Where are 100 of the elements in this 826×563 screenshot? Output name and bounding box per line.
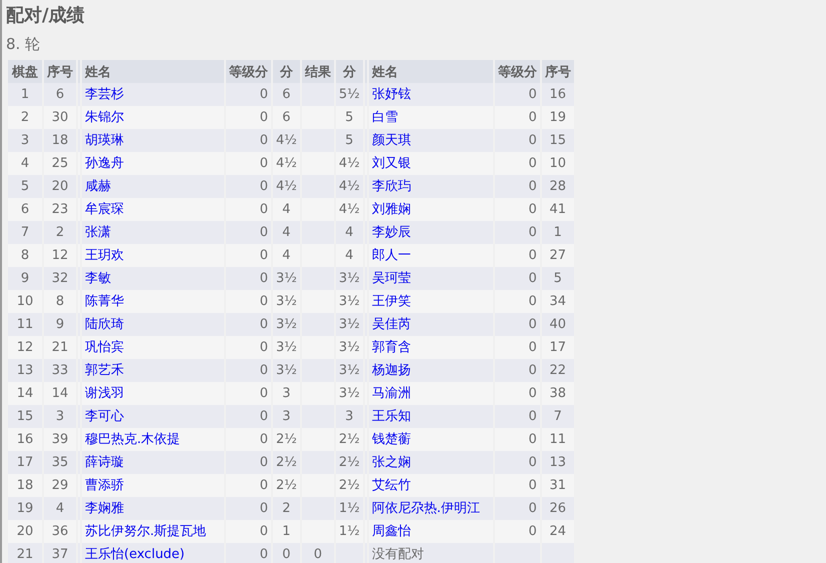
table-cell: 11 bbox=[16, 317, 34, 332]
table-cell: 7 bbox=[20, 225, 30, 240]
table-cell: 33 bbox=[52, 363, 68, 378]
table-cell: 4½ bbox=[338, 202, 360, 217]
table-cell: 0 bbox=[528, 294, 537, 309]
table-cell: 9 bbox=[20, 271, 30, 286]
table-cell: 3 bbox=[56, 409, 64, 424]
player-link[interactable]: 牟宸琛 bbox=[85, 202, 124, 217]
table-cell: 25 bbox=[52, 156, 68, 171]
table-cell: 4½ bbox=[338, 156, 360, 171]
table-cell: 0 bbox=[260, 340, 268, 355]
round-label: 8. 轮 bbox=[6, 34, 42, 55]
player-link[interactable]: 巩怡宾 bbox=[85, 340, 124, 355]
player-link[interactable]: 李娴雅 bbox=[85, 501, 124, 516]
player-link[interactable]: 李可心 bbox=[85, 409, 124, 424]
table-cell: 0 bbox=[260, 110, 268, 125]
table-cell: 1 bbox=[282, 524, 291, 539]
table-cell: 31 bbox=[549, 478, 566, 493]
player-link[interactable]: 张潇 bbox=[85, 225, 111, 240]
table-cell: 5 bbox=[345, 110, 354, 125]
table-cell: 10 bbox=[16, 294, 34, 309]
table-cell: 37 bbox=[52, 547, 68, 562]
table-cell: 34 bbox=[549, 294, 566, 309]
player-link[interactable]: 谢浅羽 bbox=[85, 386, 124, 401]
table-cell: 0 bbox=[260, 271, 268, 286]
table-cell: 3½ bbox=[338, 294, 360, 309]
player-link[interactable]: 王玥欢 bbox=[85, 248, 124, 263]
table-cell: 2½ bbox=[338, 478, 360, 493]
player-link[interactable]: 李敏 bbox=[85, 271, 111, 286]
table-cell: 14 bbox=[52, 386, 68, 401]
column-header: 序号 bbox=[44, 60, 76, 83]
table-cell: 1 bbox=[20, 87, 30, 102]
table-cell: 17 bbox=[549, 340, 566, 355]
table-cell: 0 bbox=[260, 248, 268, 263]
table-cell: 5 bbox=[345, 133, 354, 148]
table-cell: 3 bbox=[282, 386, 291, 401]
table-cell: 3 bbox=[20, 133, 30, 148]
table-cell: 19 bbox=[16, 501, 34, 516]
player-link[interactable]: 陆欣琦 bbox=[85, 317, 124, 332]
table-cell: 36 bbox=[52, 524, 68, 539]
table-cell: 39 bbox=[52, 432, 68, 447]
table-cell: 0 bbox=[528, 179, 537, 194]
table-cell: 0 bbox=[528, 524, 537, 539]
player-link[interactable]: 胡瑛琳 bbox=[85, 133, 124, 148]
table-cell: 11 bbox=[549, 432, 566, 447]
table-cell: 12 bbox=[16, 340, 34, 355]
table-cell: 0 bbox=[260, 202, 268, 217]
column-header: 分 bbox=[336, 60, 363, 83]
table-cell: 17 bbox=[16, 455, 34, 470]
table-cell: 0 bbox=[528, 386, 537, 401]
table-cell: 5 bbox=[554, 271, 562, 286]
table-cell: 8 bbox=[20, 248, 30, 263]
player-link[interactable]: 曹添骄 bbox=[85, 478, 124, 493]
table-cell: 3½ bbox=[338, 340, 360, 355]
table-cell: 0 bbox=[260, 455, 268, 470]
player-link[interactable]: 朱锦尔 bbox=[85, 110, 124, 125]
table-cell: 20 bbox=[52, 179, 68, 194]
player-link[interactable]: 孙逸舟 bbox=[85, 156, 124, 171]
table-cell: 0 bbox=[314, 547, 322, 562]
table-cell: 23 bbox=[52, 202, 68, 217]
table-cell: 32 bbox=[52, 271, 68, 286]
table-cell: 14 bbox=[16, 386, 34, 401]
column-header: 结果 bbox=[302, 60, 334, 83]
table-cell: 12 bbox=[52, 248, 68, 263]
table-cell: 4 bbox=[282, 248, 291, 263]
table-cell: 4½ bbox=[338, 179, 360, 194]
table-cell: 0 bbox=[528, 455, 537, 470]
table-cell: 16 bbox=[549, 87, 566, 102]
player-link[interactable]: 薛诗璇 bbox=[85, 455, 124, 470]
table-cell: 0 bbox=[528, 478, 537, 493]
player-link[interactable]: 李芸杉 bbox=[85, 87, 124, 102]
table-cell: 15 bbox=[549, 133, 566, 148]
table-cell: 7 bbox=[554, 409, 562, 424]
player-link[interactable]: 咸赫 bbox=[85, 179, 111, 194]
player-link[interactable]: 陈菁华 bbox=[85, 294, 124, 309]
table-cell: 3½ bbox=[338, 271, 360, 286]
table-cell: 0 bbox=[260, 294, 268, 309]
table-cell: 16 bbox=[16, 432, 34, 447]
table-cell: 0 bbox=[260, 225, 268, 240]
player-link[interactable]: 白雪 bbox=[372, 110, 398, 125]
table-cell: 2½ bbox=[276, 432, 297, 447]
bye-label: 没有配对 bbox=[372, 547, 424, 562]
column-header: 序号 bbox=[542, 60, 574, 83]
table-cell: 0 bbox=[260, 363, 268, 378]
page-title: 配对/成绩 bbox=[6, 4, 86, 28]
table-cell: 0 bbox=[260, 317, 268, 332]
table-cell: 3½ bbox=[276, 271, 297, 286]
table-cell: 0 bbox=[260, 386, 268, 401]
table-cell: 0 bbox=[528, 133, 537, 148]
table-cell: 6 bbox=[282, 87, 291, 102]
player-link[interactable]: 郭艺禾 bbox=[85, 363, 124, 378]
table-cell: 4 bbox=[345, 248, 354, 263]
table-cell: 2½ bbox=[338, 455, 360, 470]
table-cell: 0 bbox=[260, 409, 268, 424]
table-cell: 3½ bbox=[338, 386, 360, 401]
table-cell: 3½ bbox=[338, 363, 360, 378]
table-cell: 4 bbox=[282, 225, 291, 240]
table-cell: 24 bbox=[549, 524, 566, 539]
column-header: 姓名 bbox=[368, 60, 493, 83]
table-cell: 0 bbox=[528, 156, 537, 171]
